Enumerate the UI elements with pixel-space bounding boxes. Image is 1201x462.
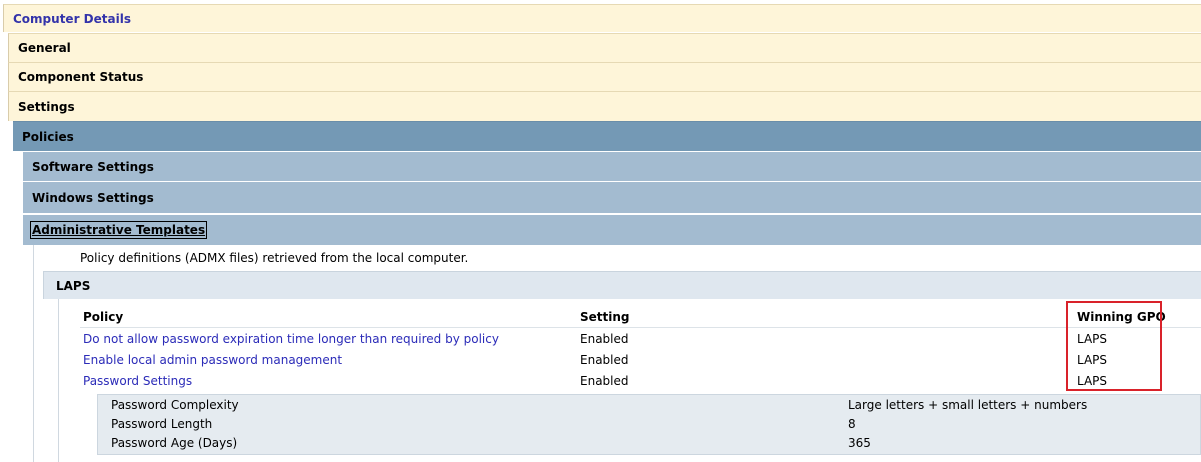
- section-policies-label: Policies: [22, 129, 74, 144]
- section-software-settings-label: Software Settings: [32, 159, 154, 174]
- winning-gpo-highlight: [1066, 301, 1162, 391]
- setting-value: Enabled: [580, 374, 629, 388]
- section-component-status[interactable]: Component Status: [8, 62, 1201, 91]
- detail-name: Password Age (Days): [111, 436, 238, 450]
- section-general[interactable]: General: [8, 33, 1201, 62]
- admx-source-note: Policy definitions (ADMX files) retrieve…: [80, 251, 469, 265]
- computer-details-header[interactable]: Computer Details: [3, 4, 1201, 32]
- section-administrative-templates[interactable]: Administrative Templates: [23, 213, 1201, 245]
- computer-details-title: Computer Details: [13, 11, 131, 26]
- detail-value: Large letters + small letters + numbers: [848, 398, 1088, 412]
- section-administrative-templates-label: Administrative Templates: [30, 221, 208, 239]
- column-header-policy: Policy: [83, 310, 124, 324]
- section-settings-label: Settings: [18, 99, 75, 114]
- setting-value: Enabled: [580, 332, 629, 346]
- section-windows-settings[interactable]: Windows Settings: [23, 181, 1201, 213]
- detail-name: Password Length: [111, 417, 213, 431]
- setting-value: Enabled: [580, 353, 629, 367]
- policy-link-enable-admin-password[interactable]: Enable local admin password management: [83, 353, 342, 367]
- table-header-rule: [80, 327, 1201, 328]
- section-laps[interactable]: LAPS: [43, 271, 1201, 299]
- detail-value: 365: [848, 436, 871, 450]
- column-header-setting: Setting: [580, 310, 630, 324]
- section-component-status-label: Component Status: [18, 70, 144, 84]
- section-policies[interactable]: Policies: [13, 121, 1201, 151]
- detail-name: Password Complexity: [111, 398, 239, 412]
- section-general-label: General: [18, 41, 71, 55]
- detail-value: 8: [848, 417, 856, 431]
- section-settings[interactable]: Settings: [8, 91, 1201, 121]
- policy-link-password-settings[interactable]: Password Settings: [83, 374, 192, 388]
- policy-link-password-expiration[interactable]: Do not allow password expiration time lo…: [83, 332, 499, 346]
- section-software-settings[interactable]: Software Settings: [23, 151, 1201, 181]
- section-windows-settings-label: Windows Settings: [32, 190, 154, 205]
- section-laps-label: LAPS: [56, 278, 91, 293]
